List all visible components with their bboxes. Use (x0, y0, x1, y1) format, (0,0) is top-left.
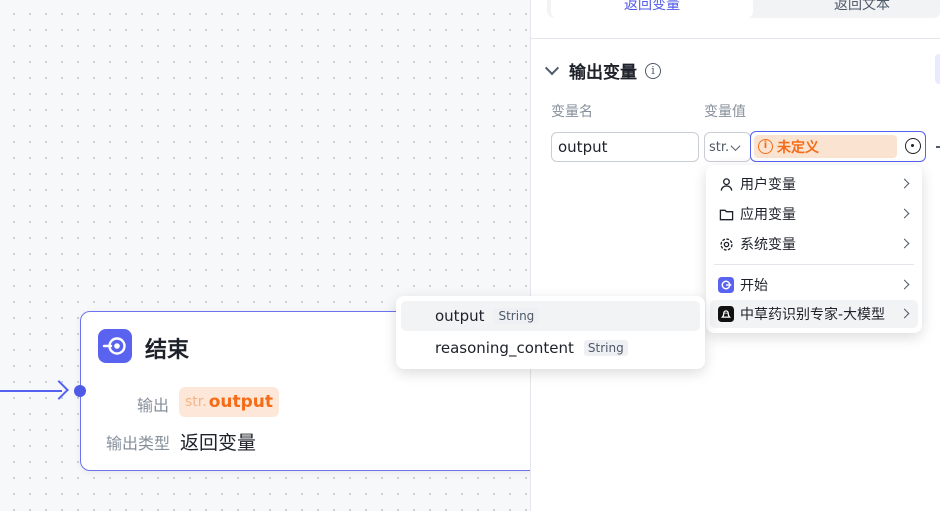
menu-item-label: 系统变量 (740, 237, 796, 253)
section-title: 输出变量 (569, 63, 637, 83)
tab-return-text[interactable]: 返回文本 (797, 0, 927, 18)
output-label: 输出 (136, 396, 169, 415)
menu-divider (714, 264, 914, 265)
variable-source-menu: 用户变量 应用变量 系统变量 开始 中草药识别专家-大模型 (706, 165, 922, 333)
user-icon (718, 176, 734, 192)
output-variable-tag: str. output (179, 387, 280, 417)
input-port[interactable] (74, 385, 86, 397)
chevron-right-icon (899, 208, 910, 219)
node-title: 结束 (145, 338, 190, 363)
type-select-value: str. (709, 139, 730, 155)
divider (531, 38, 940, 39)
menu-item-label: 用户变量 (740, 177, 796, 193)
llm-node-icon (718, 306, 734, 322)
output-section-header[interactable]: 输出变量 i (544, 58, 661, 83)
type-select[interactable]: str. (704, 132, 751, 162)
output-type-label: 输出类型 (105, 434, 170, 453)
chevron-down-icon (730, 140, 741, 151)
variable-name-input[interactable] (551, 132, 699, 162)
warning-icon: i (758, 139, 773, 154)
add-button-edge[interactable] (935, 54, 940, 84)
node-output-submenu: output String reasoning_content String (396, 296, 705, 369)
menu-item-label: 应用变量 (740, 207, 796, 223)
submenu-item-reasoning-content[interactable]: reasoning_content String (401, 333, 700, 363)
column-header-name: 变量名 (551, 104, 593, 120)
output-type-value: 返回变量 (180, 432, 257, 454)
chevron-down-icon[interactable] (544, 60, 560, 75)
type-chip: String (583, 340, 628, 356)
variable-value-selector[interactable]: i 未定义 (750, 131, 926, 162)
gear-icon (718, 236, 734, 252)
output-tag-prefix: str. (185, 394, 207, 410)
folder-icon (718, 206, 734, 222)
chevron-right-icon (899, 238, 910, 249)
output-name: output (435, 307, 485, 325)
menu-item-label: 开始 (740, 278, 768, 294)
menu-item-label: 中草药识别专家-大模型 (740, 307, 886, 323)
target-icon[interactable] (905, 138, 921, 154)
menu-item-app-variables[interactable]: 应用变量 (710, 200, 918, 228)
column-header-value: 变量值 (704, 104, 746, 120)
menu-item-user-variables[interactable]: 用户变量 (710, 170, 918, 198)
menu-item-system-variables[interactable]: 系统变量 (710, 230, 918, 258)
start-node-icon (718, 277, 734, 293)
mode-tabs: 返回变量 返回文本 (547, 0, 940, 18)
end-node-icon (98, 329, 132, 363)
tab-return-variable[interactable]: 返回变量 (551, 0, 753, 18)
info-icon[interactable]: i (645, 62, 661, 79)
submenu-item-output[interactable]: output String (401, 301, 700, 331)
chevron-right-icon (899, 279, 910, 290)
output-name: reasoning_content (435, 339, 574, 357)
menu-item-start-node[interactable]: 开始 (710, 271, 918, 299)
remove-row-icon[interactable] (936, 146, 940, 148)
chevron-right-icon (899, 178, 910, 189)
undefined-text: 未定义 (777, 139, 819, 156)
type-chip: String (494, 308, 539, 324)
menu-item-llm-node[interactable]: 中草药识别专家-大模型 (710, 300, 918, 328)
output-tag-name: output (208, 392, 274, 412)
undefined-tag: i 未定义 (754, 135, 897, 158)
chevron-right-icon (899, 308, 910, 319)
